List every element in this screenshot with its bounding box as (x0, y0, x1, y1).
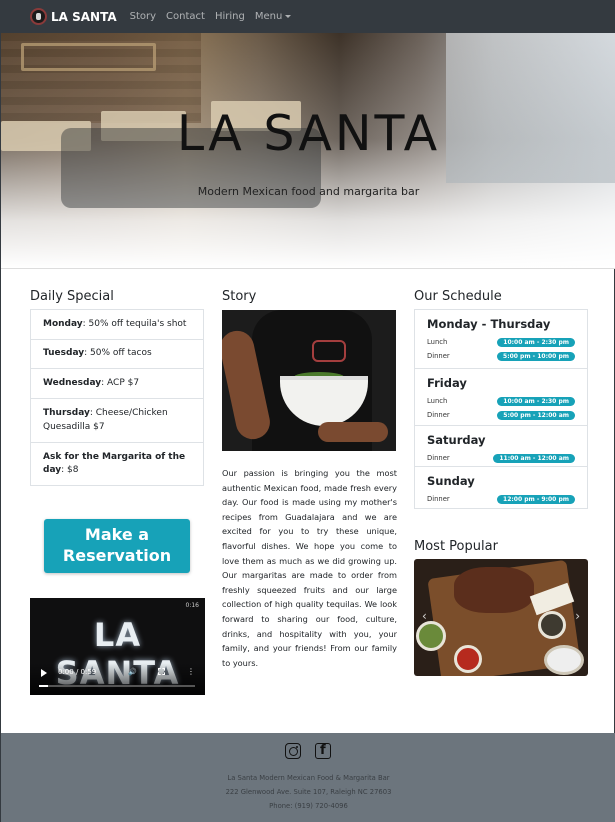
hours-badge: 5:00 pm - 12:00 am (497, 410, 575, 420)
schedule-label: Dinner (427, 495, 450, 503)
carousel-meat (454, 567, 534, 613)
special-day: Tuesday (43, 348, 85, 359)
brand[interactable]: LA SANTA (30, 8, 117, 25)
schedule-block: Sunday Dinner 12:00 pm - 9:00 pm (415, 467, 587, 508)
make-reservation-button[interactable]: Make a Reservation (44, 519, 190, 573)
reservation-line1: Make a (84, 525, 150, 544)
schedule-block: Friday Lunch 10:00 am - 2:30 pm Dinner 5:0… (415, 369, 587, 426)
schedule-block: Monday - Thursday Lunch 10:00 am - 2:30 p… (415, 310, 587, 369)
hours-badge: 10:00 am - 2:30 pm (497, 396, 575, 406)
story-image (222, 310, 396, 451)
story-heading: Story (222, 289, 257, 304)
special-day: Monday (43, 318, 83, 329)
schedule-label: Dinner (427, 454, 450, 462)
video-duration-badge: 0:16 (185, 602, 199, 609)
reservation-line2: Reservation (62, 546, 172, 565)
story-image-logo (312, 340, 346, 362)
schedule-block: Saturday Dinner 11:00 am - 12:00 am (415, 426, 587, 467)
play-icon[interactable] (41, 669, 47, 677)
video-controls: 0:00 / 0:59 🔊 ⋮ (30, 663, 205, 695)
most-popular-heading: Most Popular (414, 539, 498, 554)
hours-badge: 11:00 am - 12:00 am (493, 453, 575, 463)
carousel-bowl (454, 645, 482, 673)
video-player[interactable]: LA SANTA 0:16 0:00 / 0:59 🔊 ⋮ (30, 598, 205, 695)
nav-dropdown-menu[interactable]: Menu (254, 11, 292, 22)
schedule-row: Dinner 5:00 pm - 10:00 pm (427, 349, 575, 363)
schedule-day: Friday (427, 376, 467, 390)
daily-special-heading: Daily Special (30, 289, 114, 304)
schedule-day: Saturday (427, 433, 486, 447)
navbar: LA SANTA Story Contact Hiring Menu (1, 0, 615, 33)
schedule-label: Dinner (427, 411, 450, 419)
facebook-icon[interactable] (315, 743, 331, 759)
schedule-heading: Our Schedule (414, 289, 502, 304)
list-item: Monday: 50% off tequila's shot (31, 310, 203, 340)
footer: La Santa Modern Mexican Food & Margarita… (1, 733, 615, 822)
brand-logo-icon (30, 8, 47, 25)
schedule-label: Dinner (427, 352, 450, 360)
special-text: : 50% off tequila's shot (82, 318, 187, 329)
carousel-bowl (416, 621, 446, 651)
most-popular-carousel: ‹ › (414, 559, 588, 676)
schedule-day: Monday - Thursday (427, 317, 551, 331)
more-options-icon[interactable]: ⋮ (187, 667, 195, 676)
carousel-prev-icon[interactable]: ‹ (422, 609, 427, 623)
schedule-label: Lunch (427, 397, 448, 405)
list-item: Tuesday: 50% off tacos (31, 340, 203, 369)
fullscreen-icon[interactable] (158, 668, 165, 675)
video-progress-bar[interactable] (39, 685, 195, 687)
list-item: Wednesday: ACP $7 (31, 369, 203, 399)
video-progress-fill (39, 685, 49, 687)
nav-link-story[interactable]: Story (130, 11, 156, 22)
brand-name: LA SANTA (51, 9, 117, 24)
list-item: Thursday: Cheese/Chicken Quesadilla $7 (31, 399, 203, 443)
nav-link-contact[interactable]: Contact (166, 11, 205, 22)
schedule-day: Sunday (427, 474, 475, 488)
carousel-bowl (538, 611, 566, 639)
caret-down-icon (285, 14, 292, 18)
hero-shelf (21, 43, 156, 71)
special-day: Wednesday (43, 377, 102, 388)
hero-banner: LA SANTA Modern Mexican food and margari… (1, 33, 615, 269)
hero-subtitle: Modern Mexican food and margarita bar (197, 185, 420, 198)
footer-business-name: La Santa Modern Mexican Food & Margarita… (227, 774, 390, 782)
schedule-row: Dinner 5:00 pm - 12:00 am (427, 408, 575, 422)
schedule-row: Lunch 10:00 am - 2:30 pm (427, 394, 575, 408)
schedule-row: Dinner 11:00 am - 12:00 am (427, 451, 575, 465)
footer-phone: Phone: (919) 720-4096 (269, 802, 348, 810)
social-links (285, 743, 331, 759)
story-text: Our passion is bringing you the most aut… (222, 468, 397, 668)
instagram-icon[interactable] (285, 743, 301, 759)
footer-address: 222 Glenwood Ave. Suite 107, Raleigh NC … (225, 788, 392, 796)
hero-title: LA SANTA (176, 105, 441, 162)
schedule-card: Monday - Thursday Lunch 10:00 am - 2:30 p… (414, 309, 588, 509)
schedule-row: Dinner 12:00 pm - 9:00 pm (427, 492, 575, 506)
video-time-display: 0:00 / 0:59 (58, 668, 97, 676)
list-item: Ask for the Margarita of the day: $8 (31, 443, 203, 485)
special-text: : ACP $7 (101, 377, 140, 388)
carousel-bowl (544, 645, 584, 675)
hours-badge: 5:00 pm - 10:00 pm (497, 351, 575, 361)
special-day: Thursday (43, 408, 90, 419)
schedule-label: Lunch (427, 338, 448, 346)
hours-badge: 10:00 am - 2:30 pm (497, 337, 575, 347)
daily-special-list: Monday: 50% off tequila's shot Tuesday: … (30, 309, 204, 486)
volume-icon[interactable]: 🔊 (128, 668, 137, 676)
nav-dropdown-label: Menu (254, 11, 283, 22)
special-text: : 50% off tacos (84, 348, 152, 359)
story-image-hand (318, 422, 388, 442)
special-text: : $8 (61, 465, 79, 475)
carousel-next-icon[interactable]: › (575, 609, 580, 623)
nav-link-hiring[interactable]: Hiring (215, 11, 245, 22)
hours-badge: 12:00 pm - 9:00 pm (497, 494, 575, 504)
schedule-row: Lunch 10:00 am - 2:30 pm (427, 335, 575, 349)
